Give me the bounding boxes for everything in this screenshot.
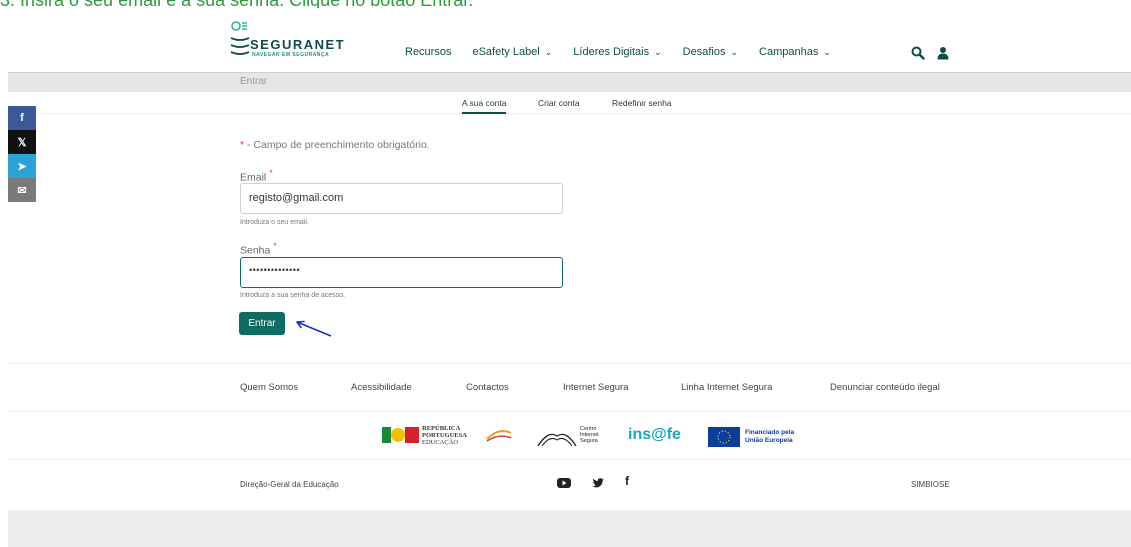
required-star: * [273,241,277,251]
chevron-down-icon: ⌄ [730,46,739,57]
eu-stars-icon [717,430,731,444]
republica-portuguesa-logo[interactable]: REPÚBLICA PORTUGUESA EDUCAÇÃO [382,425,512,449]
seguranet-logo[interactable]: SEGURANET NAVEGAR EM SEGURANÇA [230,20,360,60]
nav-item-label: eSafety Label [472,46,540,58]
dge-swoosh-icon [486,430,512,442]
segura-line: Segura [580,438,598,444]
footer-bottom: Direção-Geral da Educação f SIMBIOSE [8,460,1131,510]
bridge-arcs-icon [537,433,577,447]
flag-green-shape [382,427,391,443]
logo-waves-icon [230,21,250,55]
tab-criar-conta[interactable]: Criar conta [538,98,580,114]
telegram-icon: ➤ [17,160,27,173]
educacao-line: EDUCAÇÃO [422,439,459,446]
logo-brand-text: SEGURANET [250,37,346,52]
email-field[interactable]: registo@gmail.com [240,183,563,214]
republica-text: REPÚBLICA PORTUGUESA EDUCAÇÃO [422,425,467,446]
eu-flag-icon [708,427,740,447]
eu-funding-logo[interactable]: Financiado pela União Europeia [708,425,818,449]
facebook-icon: f [20,112,24,124]
tab-redefinir-senha[interactable]: Redefinir senha [612,98,672,114]
tab-a-sua-conta[interactable]: A sua conta [462,98,507,114]
financiado-line: Financiado pela [745,429,795,436]
password-value: •••••••••••••• [249,265,301,275]
x-icon: 𝕏 [17,136,27,149]
share-telegram-button[interactable]: ➤ [8,154,36,178]
required-note: * - Campo de preenchimento obrigatório. [240,139,430,151]
share-email-button[interactable]: ✉ [8,178,36,202]
email-value: registo@gmail.com [249,192,344,204]
password-hint: Introduza a sua senha de acesso. [240,292,346,299]
required-star: * [269,168,273,178]
email-label-text: Email [240,171,267,184]
footer-link-internet-segura[interactable]: Internet Segura [563,382,629,393]
footer-link-quem-somos[interactable]: Quem Somos [240,382,298,393]
nav-item-desafios[interactable]: Desafios ⌄ [683,46,738,58]
nav-item-campanhas[interactable]: Campanhas ⌄ [759,46,831,58]
flag-yellow-circle [391,428,405,442]
password-field[interactable]: •••••••••••••• [240,257,563,288]
eu-text: Financiado pela União Europeia [745,429,794,445]
user-icon[interactable] [936,46,950,60]
uniao-line: União Europeia [745,437,793,444]
search-icon[interactable] [911,46,925,60]
nav-item-esafety-label[interactable]: eSafety Label ⌄ [472,46,552,58]
password-label-text: Senha [240,244,271,257]
dge-text: Direção-Geral da Educação [240,480,339,489]
nav-item-label: Líderes Digitais [573,46,650,58]
annotation-arrow-icon [296,320,332,337]
page: SEGURANET NAVEGAR EM SEGURANÇA Recursos … [8,8,1131,547]
nav-item-label: Campanhas [759,46,819,58]
facebook-footer-icon[interactable]: f [625,474,629,488]
nav-item-recursos[interactable]: Recursos [405,46,451,58]
partner-logos: REPÚBLICA PORTUGUESA EDUCAÇÃO Centro Int… [8,411,1131,460]
entrar-button[interactable]: Entrar [239,312,285,335]
youtube-icon[interactable] [557,477,571,489]
breadcrumb: Entrar [240,76,268,87]
footer-link-linha-internet-segura[interactable]: Linha Internet Segura [681,382,772,393]
email-hint: Introduza o seu email. [240,219,309,226]
main-nav: Recursos eSafety Label ⌄ Líderes Digitais… [405,46,852,58]
footer-gray-band [8,510,1131,547]
simbiose-text[interactable]: SIMBIOSE [911,480,950,489]
instruction-caption: 3. Insira o seu email e a sua senha. Cli… [0,0,474,10]
centro-internet-segura-logo[interactable]: Centro Internet Segura [536,424,618,450]
required-note-text: - Campo de preenchimento obrigatório. [244,139,430,151]
chevron-down-icon: ⌄ [654,46,662,57]
footer-link-denunciar[interactable]: Denunciar conteúdo ilegal [830,382,940,393]
footer-links: Quem Somos Acessibilidade Contactos Inte… [8,363,1131,411]
nav-item-label: Recursos [405,46,452,58]
chevron-down-icon: ⌄ [823,46,831,57]
portuguesa-line: PORTUGUESA [422,432,467,439]
footer-link-contactos[interactable]: Contactos [466,382,509,393]
email-icon: ✉ [17,184,27,197]
chevron-down-icon: ⌄ [544,46,553,57]
insafe-logo[interactable]: ins@fe [628,426,681,444]
nav-item-label: Desafios [682,46,726,58]
centro-text: Centro Internet Segura [580,426,599,444]
logo-tagline: NAVEGAR EM SEGURANÇA [252,52,330,58]
nav-item-lideres-digitais[interactable]: Líderes Digitais ⌄ [573,46,661,58]
password-label: Senha * [240,241,277,257]
republica-line: REPÚBLICA [422,425,461,432]
share-x-button[interactable]: 𝕏 [8,130,36,154]
site-header: SEGURANET NAVEGAR EM SEGURANÇA Recursos … [8,8,1131,72]
flag-red-shape [405,427,419,443]
email-label: Email * [240,168,273,184]
breadcrumb-bar: Entrar [8,72,1131,92]
share-facebook-button[interactable]: f [8,106,36,130]
twitter-icon[interactable] [592,477,604,489]
footer-link-acessibilidade[interactable]: Acessibilidade [351,382,412,393]
account-tabs: A sua conta Criar conta Redefinir senha [8,92,1131,114]
